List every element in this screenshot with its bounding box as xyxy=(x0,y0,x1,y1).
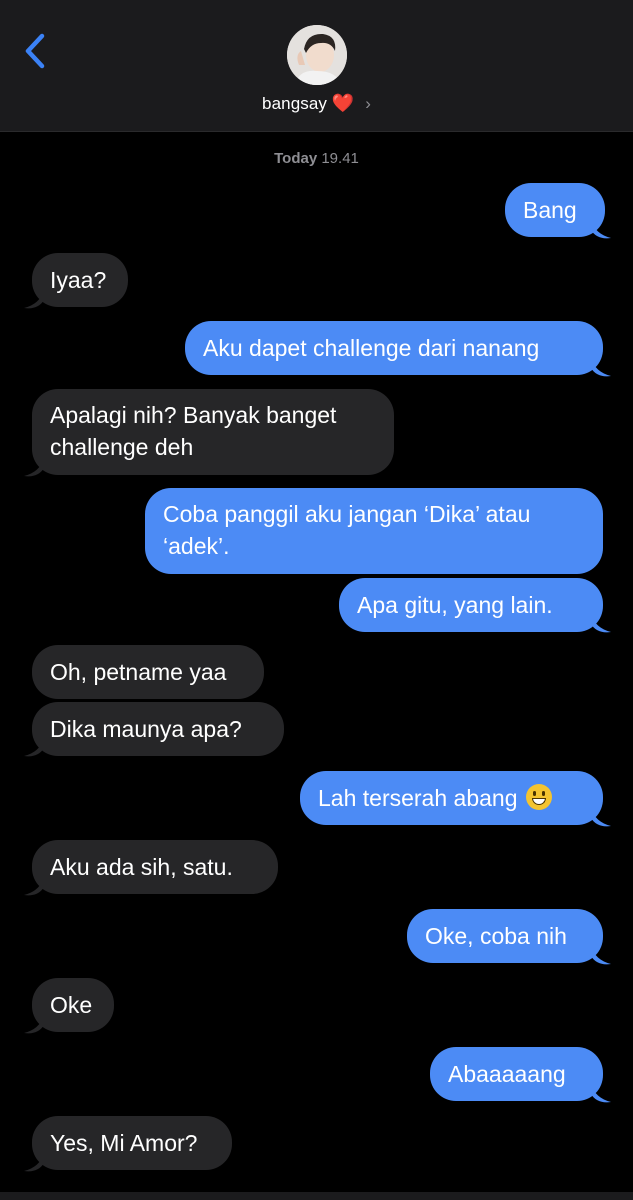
sent-message[interactable]: Aku dapet challenge dari nanang xyxy=(185,321,603,375)
heart-emoji: ❤️ xyxy=(331,93,355,113)
grinning-face-icon xyxy=(525,784,552,810)
received-message[interactable]: Oh, petname yaa xyxy=(32,645,264,699)
sent-bubble-tail xyxy=(591,808,611,827)
timestamp-day: Today xyxy=(274,150,318,167)
message-text: Abaaaaang xyxy=(448,1061,566,1087)
contact-name: bangsay xyxy=(262,94,328,113)
message-text: Apalagi nih? Banyak banget challenge deh xyxy=(50,402,337,460)
sent-message[interactable]: Abaaaaang xyxy=(430,1047,603,1101)
received-message[interactable]: Dika maunya apa? xyxy=(32,702,284,756)
sent-message[interactable]: Lah terserah abang xyxy=(300,771,603,825)
received-bubble-tail xyxy=(24,458,44,477)
received-message[interactable]: Aku ada sih, satu. xyxy=(32,840,278,894)
sent-bubble-tail xyxy=(591,946,611,965)
message-text: Bang xyxy=(523,197,577,223)
received-bubble-tail xyxy=(24,738,44,757)
sent-message[interactable]: Bang xyxy=(505,183,605,237)
received-bubble-tail xyxy=(24,1153,44,1172)
contact-avatar[interactable] xyxy=(287,25,347,85)
back-button[interactable] xyxy=(22,32,52,72)
message-text: Oh, petname yaa xyxy=(50,659,227,685)
message-text: Oke, coba nih xyxy=(425,923,567,949)
message-text: Iyaa? xyxy=(50,267,107,293)
sent-message[interactable]: Apa gitu, yang lain. xyxy=(339,578,603,632)
timestamp-time: 19.41 xyxy=(321,150,359,167)
message-text: Aku dapet challenge dari nanang xyxy=(203,335,540,361)
received-message[interactable]: Yes, Mi Amor? xyxy=(32,1116,232,1170)
chevron-left-icon xyxy=(25,33,45,69)
message-text: Coba panggil aku jangan ‘Dika’ atau ‘ade… xyxy=(163,501,531,559)
bottom-bar xyxy=(0,1192,633,1200)
received-bubble-tail xyxy=(24,877,44,896)
sent-bubble-tail xyxy=(591,1084,611,1103)
message-text: Lah terserah abang xyxy=(318,785,518,811)
message-text: Aku ada sih, satu. xyxy=(50,854,233,880)
message-text: Yes, Mi Amor? xyxy=(50,1130,198,1156)
sent-message[interactable]: Coba panggil aku jangan ‘Dika’ atau ‘ade… xyxy=(145,488,603,574)
received-message[interactable]: Iyaa? xyxy=(32,253,128,307)
sent-bubble-tail xyxy=(591,358,611,377)
chevron-right-icon: › xyxy=(365,94,371,113)
contact-name-row[interactable]: bangsay ❤️ › xyxy=(0,93,633,114)
conversation-header: bangsay ❤️ › xyxy=(0,0,633,132)
received-message[interactable]: Apalagi nih? Banyak banget challenge deh xyxy=(32,389,394,475)
sent-bubble-tail xyxy=(591,220,611,239)
received-bubble-tail xyxy=(24,1015,44,1034)
message-timestamp: Today 19.41 xyxy=(0,150,633,167)
message-text: Apa gitu, yang lain. xyxy=(357,592,553,618)
sent-bubble-tail xyxy=(591,614,611,633)
received-message[interactable]: Oke xyxy=(32,978,114,1032)
received-bubble-tail xyxy=(24,290,44,309)
sent-message[interactable]: Oke, coba nih xyxy=(407,909,603,963)
message-text: Dika maunya apa? xyxy=(50,716,242,742)
avatar-photo xyxy=(287,25,347,85)
message-text: Oke xyxy=(50,992,93,1018)
